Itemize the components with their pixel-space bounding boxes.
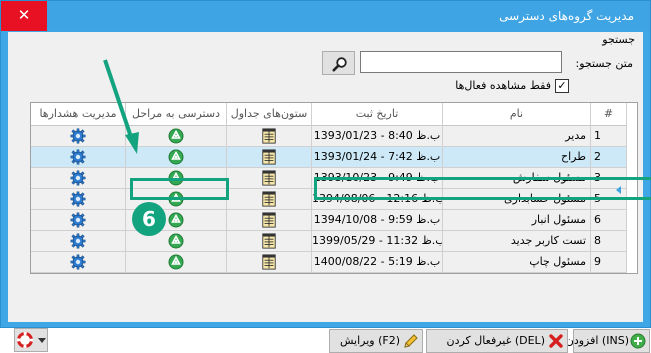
row-selector-arrow bbox=[616, 186, 621, 194]
pencil-icon bbox=[404, 334, 418, 348]
chevron-down-icon bbox=[38, 338, 46, 343]
annotation-arrow bbox=[103, 59, 139, 154]
window-title: مدیریت گروه‌های دسترسی bbox=[499, 9, 634, 23]
close-button[interactable]: ✕ bbox=[1, 1, 47, 31]
annotation-badge: 6 bbox=[132, 202, 166, 236]
delete-x-icon bbox=[549, 334, 563, 348]
deactivate-button[interactable]: (DEL) غیرفعال کردن bbox=[426, 329, 568, 353]
title-bar[interactable]: مدیریت گروه‌های دسترسی ✕ bbox=[1, 1, 650, 31]
edit-button[interactable]: (F2) ویرایش bbox=[329, 329, 423, 353]
help-dropdown-button[interactable] bbox=[14, 328, 48, 352]
plus-icon bbox=[630, 333, 646, 349]
add-button[interactable]: (INS) افزودن bbox=[566, 329, 650, 353]
lifebuoy-icon bbox=[17, 332, 33, 348]
edit-button-label: (F2) ویرایش bbox=[340, 334, 400, 347]
window: مدیریت گروه‌های دسترسی ✕ جستجو متن جستجو… bbox=[0, 0, 651, 353]
add-button-label: (INS) افزودن bbox=[565, 334, 629, 347]
deactivate-button-label: (DEL) غیرفعال کردن bbox=[446, 334, 545, 347]
client-area: جستجو متن جستجو: ✓ فقط مشاهده فعال‌ها مد… bbox=[8, 32, 651, 353]
